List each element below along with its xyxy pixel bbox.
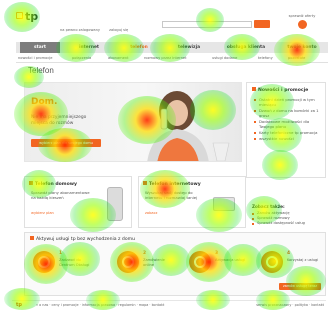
hero-title: Dom.	[31, 97, 58, 107]
news-box-title: Nowości i promocje	[258, 88, 309, 93]
internet-phone-link[interactable]: zobacz	[145, 211, 157, 215]
internet-phone-header: Telefon internetowy	[143, 181, 201, 187]
nav-item-internet[interactable]: internet	[66, 42, 112, 53]
step-number: 4	[287, 251, 291, 256]
footer: tp « o nas · ceny i promocje · informacj…	[12, 300, 326, 309]
footer-right-links[interactable]: serwis przeznaczony · polityka · kontakt	[256, 303, 324, 307]
main-nav: start internet telefon telewizja obsługa…	[16, 42, 328, 53]
header: tp na pewno zalogowany zaloguj się spraw…	[12, 6, 319, 36]
step-label: Zamówienie online	[143, 258, 165, 267]
activation-step[interactable]: 4 Korzystaj z usługi	[261, 249, 321, 281]
arrow-icon	[189, 251, 211, 273]
brand-logo[interactable]: tp	[16, 10, 46, 24]
news-item[interactable]: Dodatkowe możliwości dla Twojego planu	[254, 119, 324, 129]
see-also-title: Zobacz także:	[252, 204, 285, 209]
promo-text: sprawdź oferty	[288, 14, 316, 18]
subnav-item-abonament[interactable]: abonament	[108, 56, 129, 60]
subnav-item-nowosci[interactable]: nowości i promocje	[18, 56, 53, 60]
activation-step[interactable]: 3 Aktywacja usługi	[189, 249, 249, 281]
home-phone-box: Telefon domowy Sprawdź plany abonamentow…	[24, 176, 132, 228]
checkmark-icon	[117, 251, 139, 273]
news-item[interactable]: Dzwoń z domu na komórki za 1 grosz	[254, 108, 324, 118]
step-label: Korzystaj z usługi	[287, 258, 319, 262]
home-phone-header: Telefon domowy	[29, 181, 77, 187]
subnav-item-uslugi[interactable]: usługi dodane	[212, 56, 237, 60]
hero-text: Nie ma przyjemniejszego miejsca do rozmó…	[31, 115, 87, 126]
footer-logo[interactable]: tp	[16, 302, 22, 308]
search-button[interactable]	[254, 20, 270, 28]
bullet-icon	[252, 87, 256, 91]
internet-phone-text: Wyszukaj swój dostęp do internetu i rozm…	[145, 190, 198, 200]
nav-item-obsluga-klienta[interactable]: obsługa klienta	[216, 42, 276, 53]
promo-badge-icon	[297, 20, 307, 29]
search-input[interactable]	[162, 21, 252, 28]
phone-icon	[261, 251, 283, 273]
see-also-list: Zamów aktywację Sprawdź rozmowy Sprawdź …	[252, 211, 324, 226]
woman-on-phone-image	[147, 91, 230, 161]
bullet-icon	[30, 236, 34, 240]
activation-title: Aktywuj usługi tp bez wychodzenia z domu	[36, 237, 136, 242]
bullet-icon	[143, 181, 147, 185]
internet-phone-box: Telefon internetowy Wyszukaj swój dostęp…	[138, 176, 246, 228]
internet-phone-title[interactable]: Telefon internetowy	[149, 182, 201, 187]
subnav-item-pozostale[interactable]: pozostałe	[288, 56, 305, 60]
nav-item-twoje-konto[interactable]: twoje konto	[280, 42, 324, 53]
step-label: Aktywacja usługi	[215, 258, 246, 262]
nav-item-telefon[interactable]: telefon	[116, 42, 162, 53]
sub-nav: nowości i promocje połączenia abonament …	[16, 55, 328, 63]
router-image	[213, 197, 235, 211]
activation-box: Aktywuj usługi tp bez wychodzenia z domu…	[24, 232, 326, 296]
cordless-phone-image	[107, 187, 123, 221]
activation-header: Aktywuj usługi tp bez wychodzenia z domu	[30, 236, 135, 242]
news-item[interactable]: wszystkie nowości	[254, 136, 324, 141]
step-label: Zadzwoń do Centrum Obsługi	[59, 258, 90, 267]
page-title: Telefon	[28, 66, 54, 75]
footer-links[interactable]: « o nas · ceny i promocje · informacja p…	[36, 303, 164, 307]
see-also: Zobacz także: Zamów aktywację Sprawdź ro…	[252, 204, 324, 226]
bullet-icon	[29, 181, 33, 185]
subnav-item-rozmowy[interactable]: rozmowy przez internet	[144, 56, 186, 60]
news-list: Ostatni dzień promocji w tym miesiącu Dz…	[254, 97, 324, 142]
home-phone-link[interactable]: wybierz plan	[31, 211, 54, 215]
top-link-login[interactable]: zaloguj się	[109, 28, 128, 32]
news-item[interactable]: Karty telefoniczne tp promocja	[254, 130, 324, 135]
news-item[interactable]: Ostatni dzień promocji w tym miesiącu	[254, 97, 324, 107]
step-number: 1	[59, 251, 63, 256]
news-box-header: Nowości i promocje	[252, 87, 308, 93]
search-icon	[33, 251, 55, 273]
subnav-item-polaczenia[interactable]: połączenia	[72, 56, 91, 60]
news-box: Nowości i promocje Ostatni dzień promocj…	[246, 82, 326, 178]
step-number: 3	[215, 251, 219, 256]
top-link-status[interactable]: na pewno zalogowany	[60, 28, 100, 32]
home-phone-text: Sprawdź plany abonamentowe na każdą kies…	[31, 190, 90, 200]
hero-banner: Dom. Nie ma przyjemniejszego miejsca do …	[24, 82, 242, 162]
nav-item-start[interactable]: start	[20, 42, 60, 53]
home-phone-title[interactable]: Telefon domowy	[35, 182, 77, 187]
top-links: na pewno zalogowany zaloguj się	[60, 28, 136, 32]
hero-plan-button[interactable]: wybierz plan dla swojego domu	[31, 139, 101, 147]
activation-step[interactable]: 2 Zamówienie online	[117, 249, 177, 281]
logo-square-icon	[16, 12, 23, 19]
nav-item-telewizja[interactable]: telewizja	[166, 42, 212, 53]
activation-step[interactable]: 1 Zadzwoń do Centrum Obsługi	[33, 249, 93, 281]
promo-link[interactable]: sprawdź oferty	[282, 14, 322, 31]
page: tp na pewno zalogowany zaloguj się spraw…	[0, 0, 331, 311]
see-also-item[interactable]: Sprawdź dostępność usług	[252, 221, 324, 226]
step-number: 2	[143, 251, 147, 256]
logo-text: tp	[25, 10, 39, 23]
subnav-item-telefony[interactable]: telefony	[258, 56, 273, 60]
order-service-button[interactable]: zamów usługę teraz	[279, 283, 321, 290]
